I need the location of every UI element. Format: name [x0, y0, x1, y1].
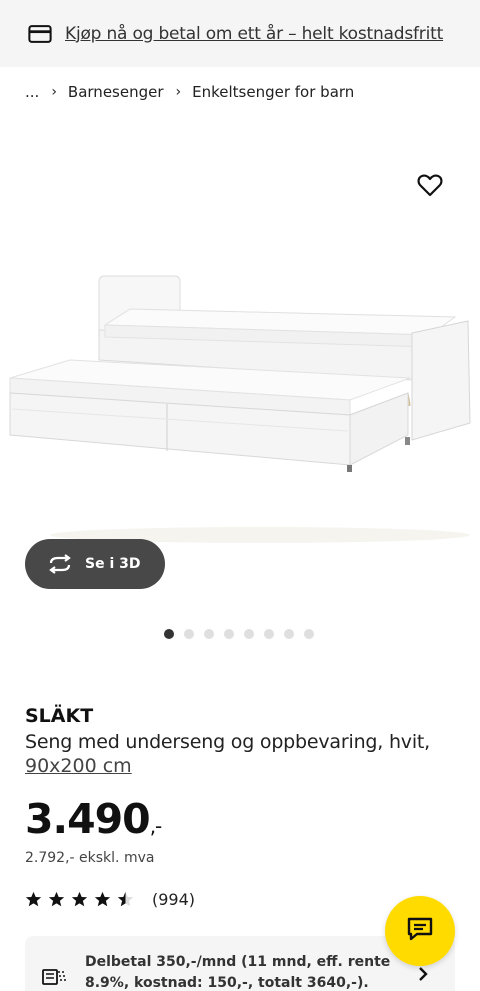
star-full-icon [94, 891, 111, 907]
product-image[interactable] [0, 265, 480, 555]
gallery-dot[interactable] [224, 629, 234, 639]
review-count[interactable]: (994) [152, 890, 195, 909]
view-3d-label: Se i 3D [85, 556, 141, 572]
breadcrumb-ellipsis[interactable]: ... [25, 83, 39, 101]
installment-icon [42, 964, 68, 986]
installment-text: Delbetal 350,-/mnd (11 mnd, eff. rente 8… [85, 954, 391, 991]
star-full-icon [71, 891, 88, 907]
promo-banner[interactable]: Kjøp nå og betal om ett år – helt kostna… [0, 0, 480, 67]
breadcrumb-item-barnesenger[interactable]: Barnesenger [68, 83, 164, 101]
rotate-icon [46, 554, 74, 574]
breadcrumb-item-enkeltsenger[interactable]: Enkeltsenger for barn [192, 83, 354, 101]
breadcrumb: ... › Barnesenger › Enkeltsenger for bar… [25, 83, 354, 101]
rating-stars [25, 891, 140, 908]
product-description: Seng med underseng og oppbevaring, hvit, [25, 731, 430, 753]
promo-link[interactable]: Kjøp nå og betal om ett år – helt kostna… [65, 24, 443, 44]
view-3d-button[interactable]: Se i 3D [25, 539, 165, 589]
chevron-right-icon: › [175, 84, 182, 100]
gallery-dot[interactable] [284, 629, 294, 639]
credit-card-icon [28, 22, 52, 46]
gallery-pagination [164, 629, 324, 639]
product-rating[interactable]: (994) [25, 890, 195, 909]
product-size-link[interactable]: 90x200 cm [25, 755, 132, 777]
gallery-dot[interactable] [204, 629, 214, 639]
gallery-dot[interactable] [184, 629, 194, 639]
gallery-dot[interactable] [304, 629, 314, 639]
product-price: 3.490,- [25, 795, 163, 843]
gallery-dot[interactable] [244, 629, 254, 639]
chevron-right-icon [417, 966, 429, 982]
star-full-icon [25, 891, 42, 907]
chat-icon [406, 916, 434, 946]
star-full-icon [48, 891, 65, 907]
chat-button[interactable] [385, 896, 455, 966]
price-suffix: ,- [149, 814, 163, 838]
price-ex-vat: 2.792,- ekskl. mva [25, 850, 155, 866]
star-half-icon [117, 891, 134, 907]
gallery-dot[interactable] [164, 629, 174, 639]
price-amount: 3.490 [25, 795, 151, 843]
product-name: SLÄKT [25, 705, 94, 727]
gallery-dot[interactable] [264, 629, 274, 639]
chevron-right-icon: › [51, 84, 57, 100]
heart-icon[interactable] [416, 171, 444, 199]
